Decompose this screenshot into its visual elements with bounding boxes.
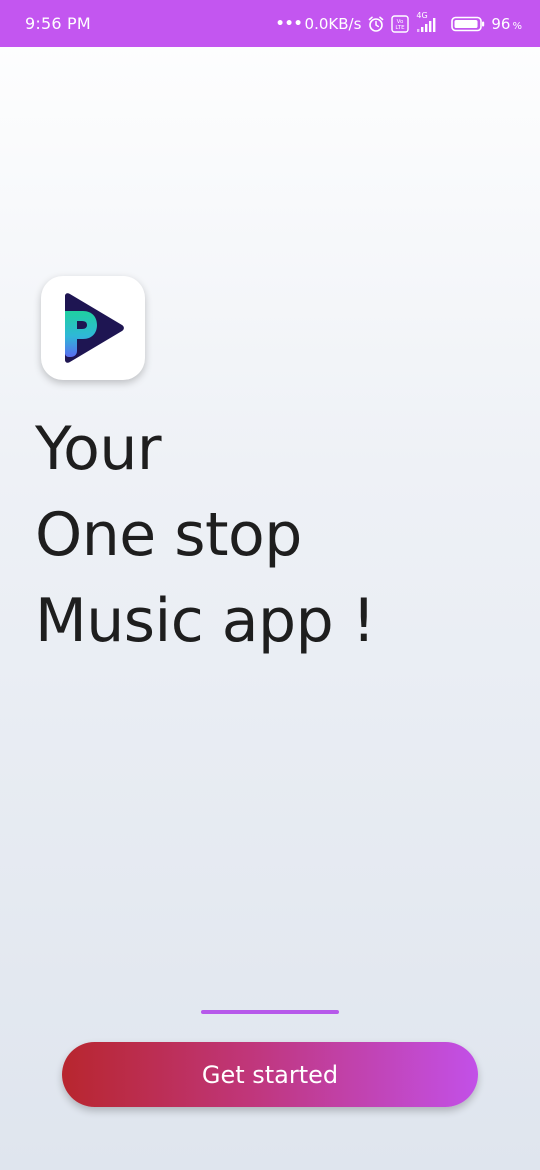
alarm-icon: [367, 15, 385, 33]
status-time: 9:56 PM: [25, 14, 91, 33]
headline-line-2: One stop: [35, 500, 302, 570]
battery-icon: [451, 16, 485, 32]
battery-fill: [454, 19, 478, 28]
play-logo-icon: [65, 293, 124, 363]
status-bar: 9:56 PM ••• 0.0KB/s Vo LTE 4G 96 %: [0, 0, 540, 47]
battery-unit: %: [512, 20, 522, 32]
headline-line-3: Music app !: [35, 586, 376, 656]
get-started-button[interactable]: Get started: [62, 1042, 478, 1107]
battery-level: 96: [491, 14, 511, 33]
volte-icon: Vo LTE: [391, 14, 410, 33]
more-dots-icon: •••: [275, 15, 303, 32]
app-logo: [41, 276, 145, 380]
headline-line-1: Your: [35, 414, 162, 484]
status-icons: ••• 0.0KB/s Vo LTE 4G 96 %: [275, 11, 522, 34]
headline: Your One stop Music app !: [35, 406, 376, 664]
signal-icon: 4G: [415, 11, 441, 34]
battery-percentage: 96 %: [491, 15, 522, 33]
svg-text:LTE: LTE: [396, 25, 406, 31]
network-speed: 0.0KB/s: [304, 14, 362, 33]
page-indicator: [201, 1010, 339, 1014]
